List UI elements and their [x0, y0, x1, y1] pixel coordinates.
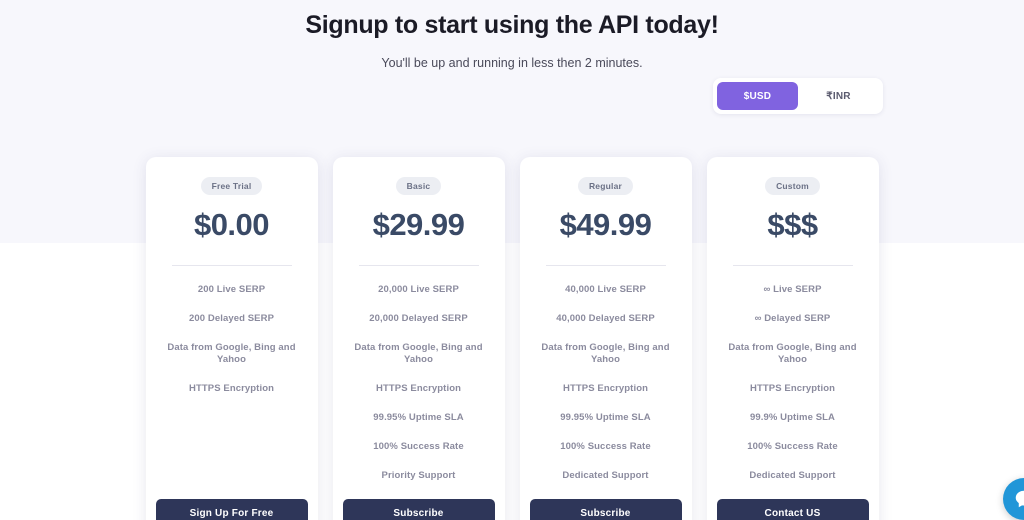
page-title: Signup to start using the API today!	[0, 10, 1024, 40]
feature-item: 20,000 Live SERP	[345, 284, 493, 296]
plan-price: $0.00	[194, 207, 269, 243]
plan-cta-button[interactable]: Contact US	[717, 499, 869, 520]
pricing-card: Basic $29.99 20,000 Live SERP 20,000 Delaye…	[333, 157, 505, 520]
plan-badge: Regular	[578, 177, 633, 195]
pricing-cards-row: Free Trial $0.00 200 Live SERP 200 Delayed …	[0, 157, 1024, 520]
page-header: Signup to start using the API today! You…	[0, 0, 1024, 70]
pricing-card: Custom $$$ ∞ Live SERP ∞ Delayed SERP Data f…	[707, 157, 879, 520]
feature-item: 200 Live SERP	[158, 284, 306, 296]
card-divider	[546, 265, 666, 266]
feature-item: 100% Success Rate	[719, 441, 867, 453]
feature-item: Data from Google, Bing and Yahoo	[345, 342, 493, 366]
pricing-page: Signup to start using the API today! You…	[0, 0, 1024, 520]
card-divider	[733, 265, 853, 266]
plan-cta-button[interactable]: Subscribe	[343, 499, 495, 520]
plan-cta-button[interactable]: Subscribe	[530, 499, 682, 520]
currency-option-usd[interactable]: $USD	[717, 82, 798, 110]
card-divider	[172, 265, 292, 266]
feature-item: 100% Success Rate	[345, 441, 493, 453]
currency-option-inr[interactable]: ₹INR	[798, 82, 879, 110]
page-subtitle: You'll be up and running in less then 2 …	[0, 56, 1024, 70]
feature-item: Priority Support	[345, 470, 493, 482]
feature-item: 99.95% Uptime SLA	[532, 412, 680, 424]
feature-item: Data from Google, Bing and Yahoo	[532, 342, 680, 366]
feature-item: Data from Google, Bing and Yahoo	[158, 342, 306, 366]
plan-cta-button[interactable]: Sign Up For Free	[156, 499, 308, 520]
feature-item: 40,000 Delayed SERP	[532, 313, 680, 325]
feature-item: ∞ Delayed SERP	[719, 313, 867, 325]
feature-item: 40,000 Live SERP	[532, 284, 680, 296]
feature-item: 20,000 Delayed SERP	[345, 313, 493, 325]
feature-list: 40,000 Live SERP 40,000 Delayed SERP Data …	[532, 284, 680, 499]
feature-list: 200 Live SERP 200 Delayed SERP Data from G…	[158, 284, 306, 412]
card-divider	[359, 265, 479, 266]
plan-price: $$$	[767, 207, 817, 243]
currency-toggle[interactable]: $USD ₹INR	[713, 78, 883, 114]
feature-item: 100% Success Rate	[532, 441, 680, 453]
feature-item: 99.95% Uptime SLA	[345, 412, 493, 424]
plan-badge: Basic	[396, 177, 442, 195]
feature-item: 200 Delayed SERP	[158, 313, 306, 325]
feature-list: 20,000 Live SERP 20,000 Delayed SERP Data …	[345, 284, 493, 499]
feature-item: ∞ Live SERP	[719, 284, 867, 296]
pricing-card: Regular $49.99 40,000 Live SERP 40,000 Dela…	[520, 157, 692, 520]
feature-item: Data from Google, Bing and Yahoo	[719, 342, 867, 366]
feature-item: HTTPS Encryption	[532, 383, 680, 395]
plan-badge: Free Trial	[201, 177, 263, 195]
pricing-card: Free Trial $0.00 200 Live SERP 200 Delayed …	[146, 157, 318, 520]
plan-price: $29.99	[373, 207, 465, 243]
feature-item: 99.9% Uptime SLA	[719, 412, 867, 424]
feature-item: Dedicated Support	[719, 470, 867, 482]
feature-item: Dedicated Support	[532, 470, 680, 482]
plan-price: $49.99	[560, 207, 652, 243]
feature-list: ∞ Live SERP ∞ Delayed SERP Data from Googl…	[719, 284, 867, 499]
plan-badge: Custom	[765, 177, 820, 195]
feature-item: HTTPS Encryption	[158, 383, 306, 395]
feature-item: HTTPS Encryption	[719, 383, 867, 395]
feature-item: HTTPS Encryption	[345, 383, 493, 395]
